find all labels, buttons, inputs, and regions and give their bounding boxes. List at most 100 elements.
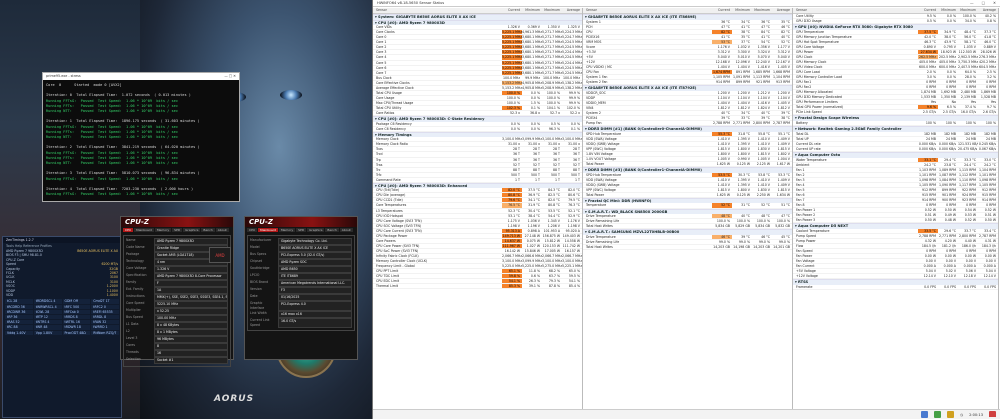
- column-header-maximum[interactable]: Maximum: [958, 8, 978, 13]
- sensor-value: 0 RPM: [986, 202, 996, 207]
- cpuz-tab-about[interactable]: About: [215, 228, 229, 232]
- sensor-name: Core 4: [376, 55, 387, 60]
- cpuz-window-cpu[interactable]: CPU-Z CPU Mainboard Memory SPD Graphics Bench…: [120, 216, 234, 367]
- cpuz-tab-bench[interactable]: Bench: [325, 228, 339, 232]
- sensor-name: Trp: [376, 157, 381, 162]
- sensor-name: GPU D3D Memory Dedicated: [796, 95, 842, 100]
- cpuz-window-mainboard[interactable]: CPU-Z CPU Mainboard Memory SPD Graphics Bench…: [244, 216, 358, 360]
- column-header-average[interactable]: Average: [562, 8, 582, 13]
- terminal-window-controls[interactable]: — □ ✕: [224, 74, 236, 79]
- minimize-button[interactable]: —: [970, 1, 974, 5]
- timing-cell: Vpp 1.80V: [33, 330, 62, 335]
- cpuz-tab-about[interactable]: About: [339, 228, 353, 232]
- column-header-minimum[interactable]: Minimum: [938, 8, 958, 13]
- cpuz-tab-memory[interactable]: Memory: [154, 228, 172, 232]
- cpuz-tabs[interactable]: CPU Mainboard Memory SPD Graphics Bench About: [121, 227, 233, 233]
- column-header-current[interactable]: Current: [502, 8, 522, 13]
- settings-icon[interactable]: [947, 411, 954, 418]
- column-header-minimum[interactable]: Minimum: [522, 8, 542, 13]
- column-header-current[interactable]: Current: [712, 8, 732, 13]
- sensor-name: Fan Power 1: [796, 207, 816, 212]
- cpuz-tab-bench[interactable]: Bench: [201, 228, 215, 232]
- sensor-value: 2,771 RPM: [938, 233, 956, 238]
- cpuz-tab-graphics[interactable]: Graphics: [307, 228, 325, 232]
- sensor-value: 1.200 V: [777, 90, 790, 95]
- cpuz-tab-cpu[interactable]: CPU: [123, 228, 134, 232]
- sensor-value: 52.3 x: [510, 110, 520, 115]
- sensor-value: 36 T: [552, 157, 560, 162]
- hwinfo-window[interactable]: HWiNFO64 v8.18-5650 Sensor Status — □ ✕ Se…: [372, 0, 1000, 419]
- sensor-value: 5,224.5 MHz: [562, 55, 582, 60]
- sensor-value: 0.0 %: [570, 121, 580, 126]
- sensor-name: Core 0: [376, 35, 387, 40]
- sensor-value: 37.4 %: [964, 105, 976, 110]
- sensor-name: Memory Clock Ratio: [376, 142, 408, 147]
- column-header-sensor[interactable]: Sensor: [373, 8, 502, 13]
- close-icon[interactable]: [989, 411, 996, 418]
- hwinfo-titlebar[interactable]: HWiNFO64 v8.18-5650 Sensor Status — □ ✕: [373, 0, 1000, 7]
- sensor-value: 0.8 %: [986, 19, 996, 24]
- sensor-value: 47 °C: [721, 24, 730, 29]
- cpuz-field-value: MMX(+), SSE, SSE2, SSE3, SSSE3, SSE4.1, …: [154, 294, 228, 301]
- column-header-sensor[interactable]: Sensor: [583, 8, 712, 13]
- sensor-value: 31.00 x: [527, 142, 540, 147]
- cpuz-field: Version F3: [250, 287, 352, 294]
- terminal-line: Running FFTsG: Passed Test Speed: 1.06 *…: [46, 192, 178, 197]
- sensor-value: 1.177 V: [777, 44, 790, 49]
- clock-icon: ◷: [960, 412, 964, 417]
- sensor-name: Total DL: [796, 131, 809, 136]
- sensor-name: VDD (SWA) Voltage: [586, 177, 617, 182]
- column-header-sensor[interactable]: Sensor: [793, 8, 918, 13]
- sensor-value: 5,225.1 MHz: [502, 45, 522, 50]
- sensor-name: Total GPU Power (normalized): [796, 105, 844, 110]
- sensor-value: 2.5 %: [986, 70, 996, 75]
- sensor-value: 40.2 %: [984, 14, 996, 18]
- cpuz-tab-spd[interactable]: SPD: [296, 228, 307, 232]
- sensor-value: 420.2 MHz: [979, 59, 996, 64]
- sensor-value: 1.206 V: [547, 223, 560, 228]
- cpuz-tab-spd[interactable]: SPD: [172, 228, 183, 232]
- column-header-maximum[interactable]: Maximum: [542, 8, 562, 13]
- sensor-row[interactable]: Total Host Writes 14,203 GB 14,198 GB 14,20…: [583, 245, 792, 250]
- sensor-value: 1.416 V: [757, 65, 770, 70]
- cpuz-tab-cpu[interactable]: CPU: [247, 228, 258, 232]
- sensor-value: 1.176 V: [567, 218, 580, 223]
- window-controls[interactable]: — □ ✕: [962, 1, 996, 5]
- timing-cell: Vddq 1.40V: [5, 330, 33, 335]
- maximize-button[interactable]: □: [982, 1, 985, 5]
- cpuz-tab-mainboard[interactable]: Mainboard: [134, 228, 154, 232]
- stress-test-terminal[interactable]: prime95.exe - stress — □ ✕ Core 0 Started…: [42, 72, 240, 202]
- column-header-average[interactable]: Average: [978, 8, 998, 13]
- cpuz-tab-graphics[interactable]: Graphics: [183, 228, 201, 232]
- sensor-value: 33.4 °C: [984, 228, 996, 233]
- sensor-value: 5,271.7 MHz: [542, 30, 562, 35]
- sensor-value: 5,225.1 MHz: [502, 65, 522, 70]
- column-header-average[interactable]: Average: [772, 8, 792, 13]
- sensor-value: 0.898 A: [527, 228, 540, 233]
- cpuz-tab-mainboard[interactable]: Mainboard: [258, 228, 278, 232]
- sensor-value: 0 RPM: [926, 202, 936, 207]
- cpuz-tab-memory[interactable]: Memory: [278, 228, 296, 232]
- cpuz-field-label: LPCIO: [250, 273, 260, 277]
- cpuz-field: Graphic Interface PCI-Express 4.0: [250, 301, 352, 311]
- zentimings-window[interactable]: ZenTimings 1.2.7 Tools Help Reference Pr…: [2, 236, 122, 418]
- sensor-value: 1.356 V: [757, 44, 770, 49]
- sensor-value: 100.0 %: [502, 90, 522, 95]
- sensor-row[interactable]: Thermal Limit 85.3 % 39.1 % 87.8 % 85.4 %: [373, 284, 582, 290]
- sensor-row[interactable]: Framerate 0.0 FPS 0.0 FPS 0.0 FPS 0.0 FPS: [793, 285, 998, 290]
- column-header-current[interactable]: Current: [918, 8, 938, 13]
- close-button[interactable]: ✕: [993, 1, 996, 5]
- sensor-value: 20.475 KB/s: [958, 146, 978, 151]
- terminal-titlebar[interactable]: prime95.exe - stress — □ ✕: [43, 73, 239, 80]
- cpuz-tabs[interactable]: CPU Mainboard Memory SPD Graphics Bench About: [245, 227, 357, 233]
- column-header-maximum[interactable]: Maximum: [752, 8, 772, 13]
- sensor-value: 5,138.2 MHz: [562, 85, 582, 90]
- sensor-value: 1,874 MB: [920, 90, 936, 95]
- column-header-minimum[interactable]: Minimum: [732, 8, 752, 13]
- sensor-value: 276.3 MHz: [979, 54, 996, 59]
- reset-icon[interactable]: [921, 411, 928, 418]
- sensor-value: 5,271.7 MHz: [542, 60, 562, 65]
- log-icon[interactable]: [934, 411, 941, 418]
- sensor-value: 14,201 GB: [773, 244, 790, 249]
- cpuz-field-value: 01/16/2025: [278, 294, 352, 301]
